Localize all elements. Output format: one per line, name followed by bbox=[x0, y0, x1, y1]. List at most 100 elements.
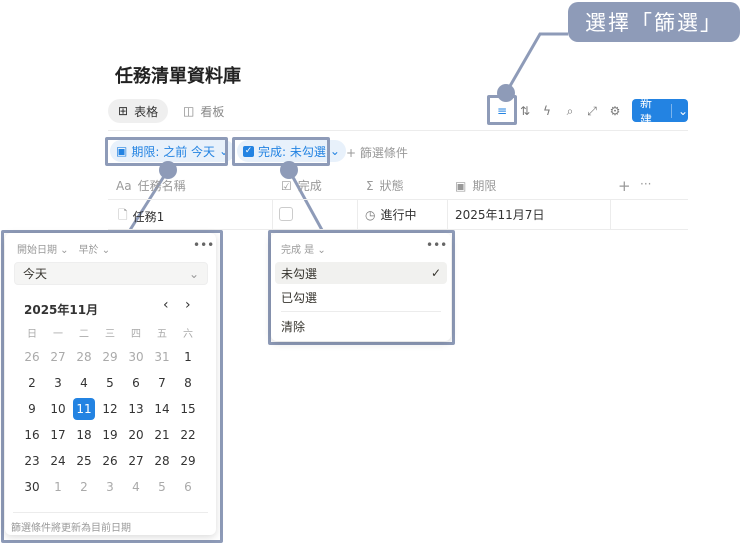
day-number: 29 bbox=[180, 454, 196, 468]
day-number: 19 bbox=[102, 428, 118, 442]
day-number: 22 bbox=[180, 428, 196, 442]
calendar-day[interactable]: 15 bbox=[175, 396, 201, 422]
column-header-name[interactable]: Aa 任務名稱 bbox=[116, 177, 186, 194]
calendar-day[interactable]: 29 bbox=[175, 448, 201, 474]
option-label: 已勾選 bbox=[281, 290, 318, 305]
calendar-day[interactable]: 21 bbox=[149, 422, 175, 448]
calendar-day[interactable]: 12 bbox=[97, 396, 123, 422]
column-header-done[interactable]: ☑ 完成 bbox=[281, 177, 322, 194]
calendar-day[interactable]: 30 bbox=[123, 344, 149, 370]
option-checked[interactable]: 已勾選 bbox=[275, 286, 447, 308]
column-label: 任務名稱 bbox=[137, 179, 186, 193]
sort-icon[interactable]: ⇅ bbox=[517, 103, 533, 119]
calendar-day[interactable]: 1 bbox=[175, 344, 201, 370]
day-number: 11 bbox=[73, 398, 95, 420]
calendar-day[interactable]: 29 bbox=[97, 344, 123, 370]
column-header-due[interactable]: ▣ 期限 bbox=[455, 177, 496, 194]
done-chip-highlight bbox=[232, 137, 330, 166]
operator-select[interactable]: 早於 ⌄ bbox=[79, 241, 111, 256]
calendar-day-selected[interactable]: 11 bbox=[71, 396, 97, 422]
calendar-day[interactable]: 9 bbox=[19, 396, 45, 422]
day-number: 29 bbox=[102, 350, 118, 364]
column-header-status[interactable]: Σ 狀態 bbox=[366, 177, 404, 194]
calendar-day[interactable]: 30 bbox=[19, 474, 45, 500]
calendar-day[interactable]: 3 bbox=[45, 370, 71, 396]
annotation-dot bbox=[497, 84, 515, 102]
settings-icon[interactable]: ⚙ bbox=[607, 103, 623, 119]
weekday-label: 四 bbox=[131, 328, 141, 340]
search-icon[interactable]: ⌕ bbox=[562, 103, 578, 119]
col-divider bbox=[272, 199, 273, 229]
day-number: 26 bbox=[102, 454, 118, 468]
calendar-icon: ▣ bbox=[455, 178, 467, 193]
prev-month-icon[interactable]: ‹ bbox=[163, 297, 169, 313]
status-cell: ◷ 進行中 bbox=[365, 206, 417, 223]
date-value-select[interactable]: 今天 ⌄ bbox=[14, 262, 208, 285]
calendar-day[interactable]: 28 bbox=[71, 344, 97, 370]
calendar-day[interactable]: 27 bbox=[123, 448, 149, 474]
calendar-day[interactable]: 2 bbox=[19, 370, 45, 396]
formula-icon: Σ bbox=[366, 178, 374, 193]
header-label: 完成 是 bbox=[281, 245, 315, 256]
calendar-day[interactable]: 17 bbox=[45, 422, 71, 448]
calendar-day[interactable]: 13 bbox=[123, 396, 149, 422]
calendar-day[interactable]: 23 bbox=[19, 448, 45, 474]
calendar-day[interactable]: 26 bbox=[97, 448, 123, 474]
more-icon[interactable]: ··· bbox=[640, 177, 651, 191]
day-number: 13 bbox=[128, 402, 144, 416]
calendar-day[interactable]: 22 bbox=[175, 422, 201, 448]
calendar-day[interactable]: 20 bbox=[123, 422, 149, 448]
calendar-day[interactable]: 16 bbox=[19, 422, 45, 448]
done-filter-popup: 完成 是 ⌄ ••• 未勾選 ✓ 已勾選 清除 bbox=[271, 233, 451, 341]
property-select[interactable]: 開始日期 ⌄ bbox=[17, 241, 69, 256]
divider bbox=[281, 311, 441, 312]
page-icon: 🗋 bbox=[118, 208, 128, 222]
calendar-day[interactable]: 18 bbox=[71, 422, 97, 448]
day-number: 5 bbox=[106, 376, 114, 390]
tab-table[interactable]: ⊞ 表格 bbox=[108, 99, 169, 123]
calendar-day[interactable]: 26 bbox=[19, 344, 45, 370]
board-icon: ◫ bbox=[183, 104, 195, 118]
calendar-day[interactable]: 6 bbox=[175, 474, 201, 500]
calendar-day[interactable]: 31 bbox=[149, 344, 175, 370]
calendar-day[interactable]: 7 bbox=[149, 370, 175, 396]
calendar-day[interactable]: 4 bbox=[71, 370, 97, 396]
day-number: 1 bbox=[54, 480, 62, 494]
calendar-day[interactable]: 6 bbox=[123, 370, 149, 396]
tab-board[interactable]: ◫ 看板 bbox=[173, 99, 234, 123]
calendar-day[interactable]: 27 bbox=[45, 344, 71, 370]
done-checkbox[interactable] bbox=[279, 207, 293, 221]
more-icon[interactable]: ••• bbox=[193, 238, 214, 252]
calendar-day[interactable]: 14 bbox=[149, 396, 175, 422]
automation-bolt-icon[interactable]: ϟ bbox=[539, 103, 555, 119]
option-unchecked[interactable]: 未勾選 ✓ bbox=[275, 262, 447, 284]
table-icon: ⊞ bbox=[118, 104, 129, 118]
calendar-day[interactable]: 5 bbox=[149, 474, 175, 500]
next-month-icon[interactable]: › bbox=[185, 297, 191, 313]
done-popup-header[interactable]: 完成 是 ⌄ bbox=[281, 241, 326, 256]
clear-button[interactable]: 清除 bbox=[275, 315, 447, 337]
new-button[interactable]: 新建 ⌄ bbox=[632, 96, 688, 127]
due-cell[interactable]: 2025年11月7日 bbox=[455, 206, 544, 223]
calendar-day[interactable]: 28 bbox=[149, 448, 175, 474]
day-number: 27 bbox=[50, 350, 66, 364]
day-number: 6 bbox=[184, 480, 192, 494]
more-icon[interactable]: ••• bbox=[426, 238, 447, 252]
operator-label: 早於 bbox=[78, 245, 99, 256]
calendar-day[interactable]: 10 bbox=[45, 396, 71, 422]
add-filter-button[interactable]: + 篩選條件 bbox=[346, 144, 408, 161]
calendar-day[interactable]: 2 bbox=[71, 474, 97, 500]
chevron-down-icon[interactable]: ⌄ bbox=[670, 103, 688, 118]
calendar-day[interactable]: 19 bbox=[97, 422, 123, 448]
add-column-icon[interactable]: + bbox=[618, 177, 631, 195]
calendar-day[interactable]: 3 bbox=[97, 474, 123, 500]
calendar-day[interactable]: 1 bbox=[45, 474, 71, 500]
table-row-name[interactable]: 🗋 任務1 bbox=[118, 206, 164, 227]
calendar-day[interactable]: 4 bbox=[123, 474, 149, 500]
calendar-day[interactable]: 25 bbox=[71, 448, 97, 474]
calendar-day[interactable]: 8 bbox=[175, 370, 201, 396]
expand-icon[interactable]: ⤢ bbox=[584, 103, 600, 119]
calendar-day[interactable]: 5 bbox=[97, 370, 123, 396]
weekday-label: 日 bbox=[27, 328, 37, 340]
calendar-day[interactable]: 24 bbox=[45, 448, 71, 474]
